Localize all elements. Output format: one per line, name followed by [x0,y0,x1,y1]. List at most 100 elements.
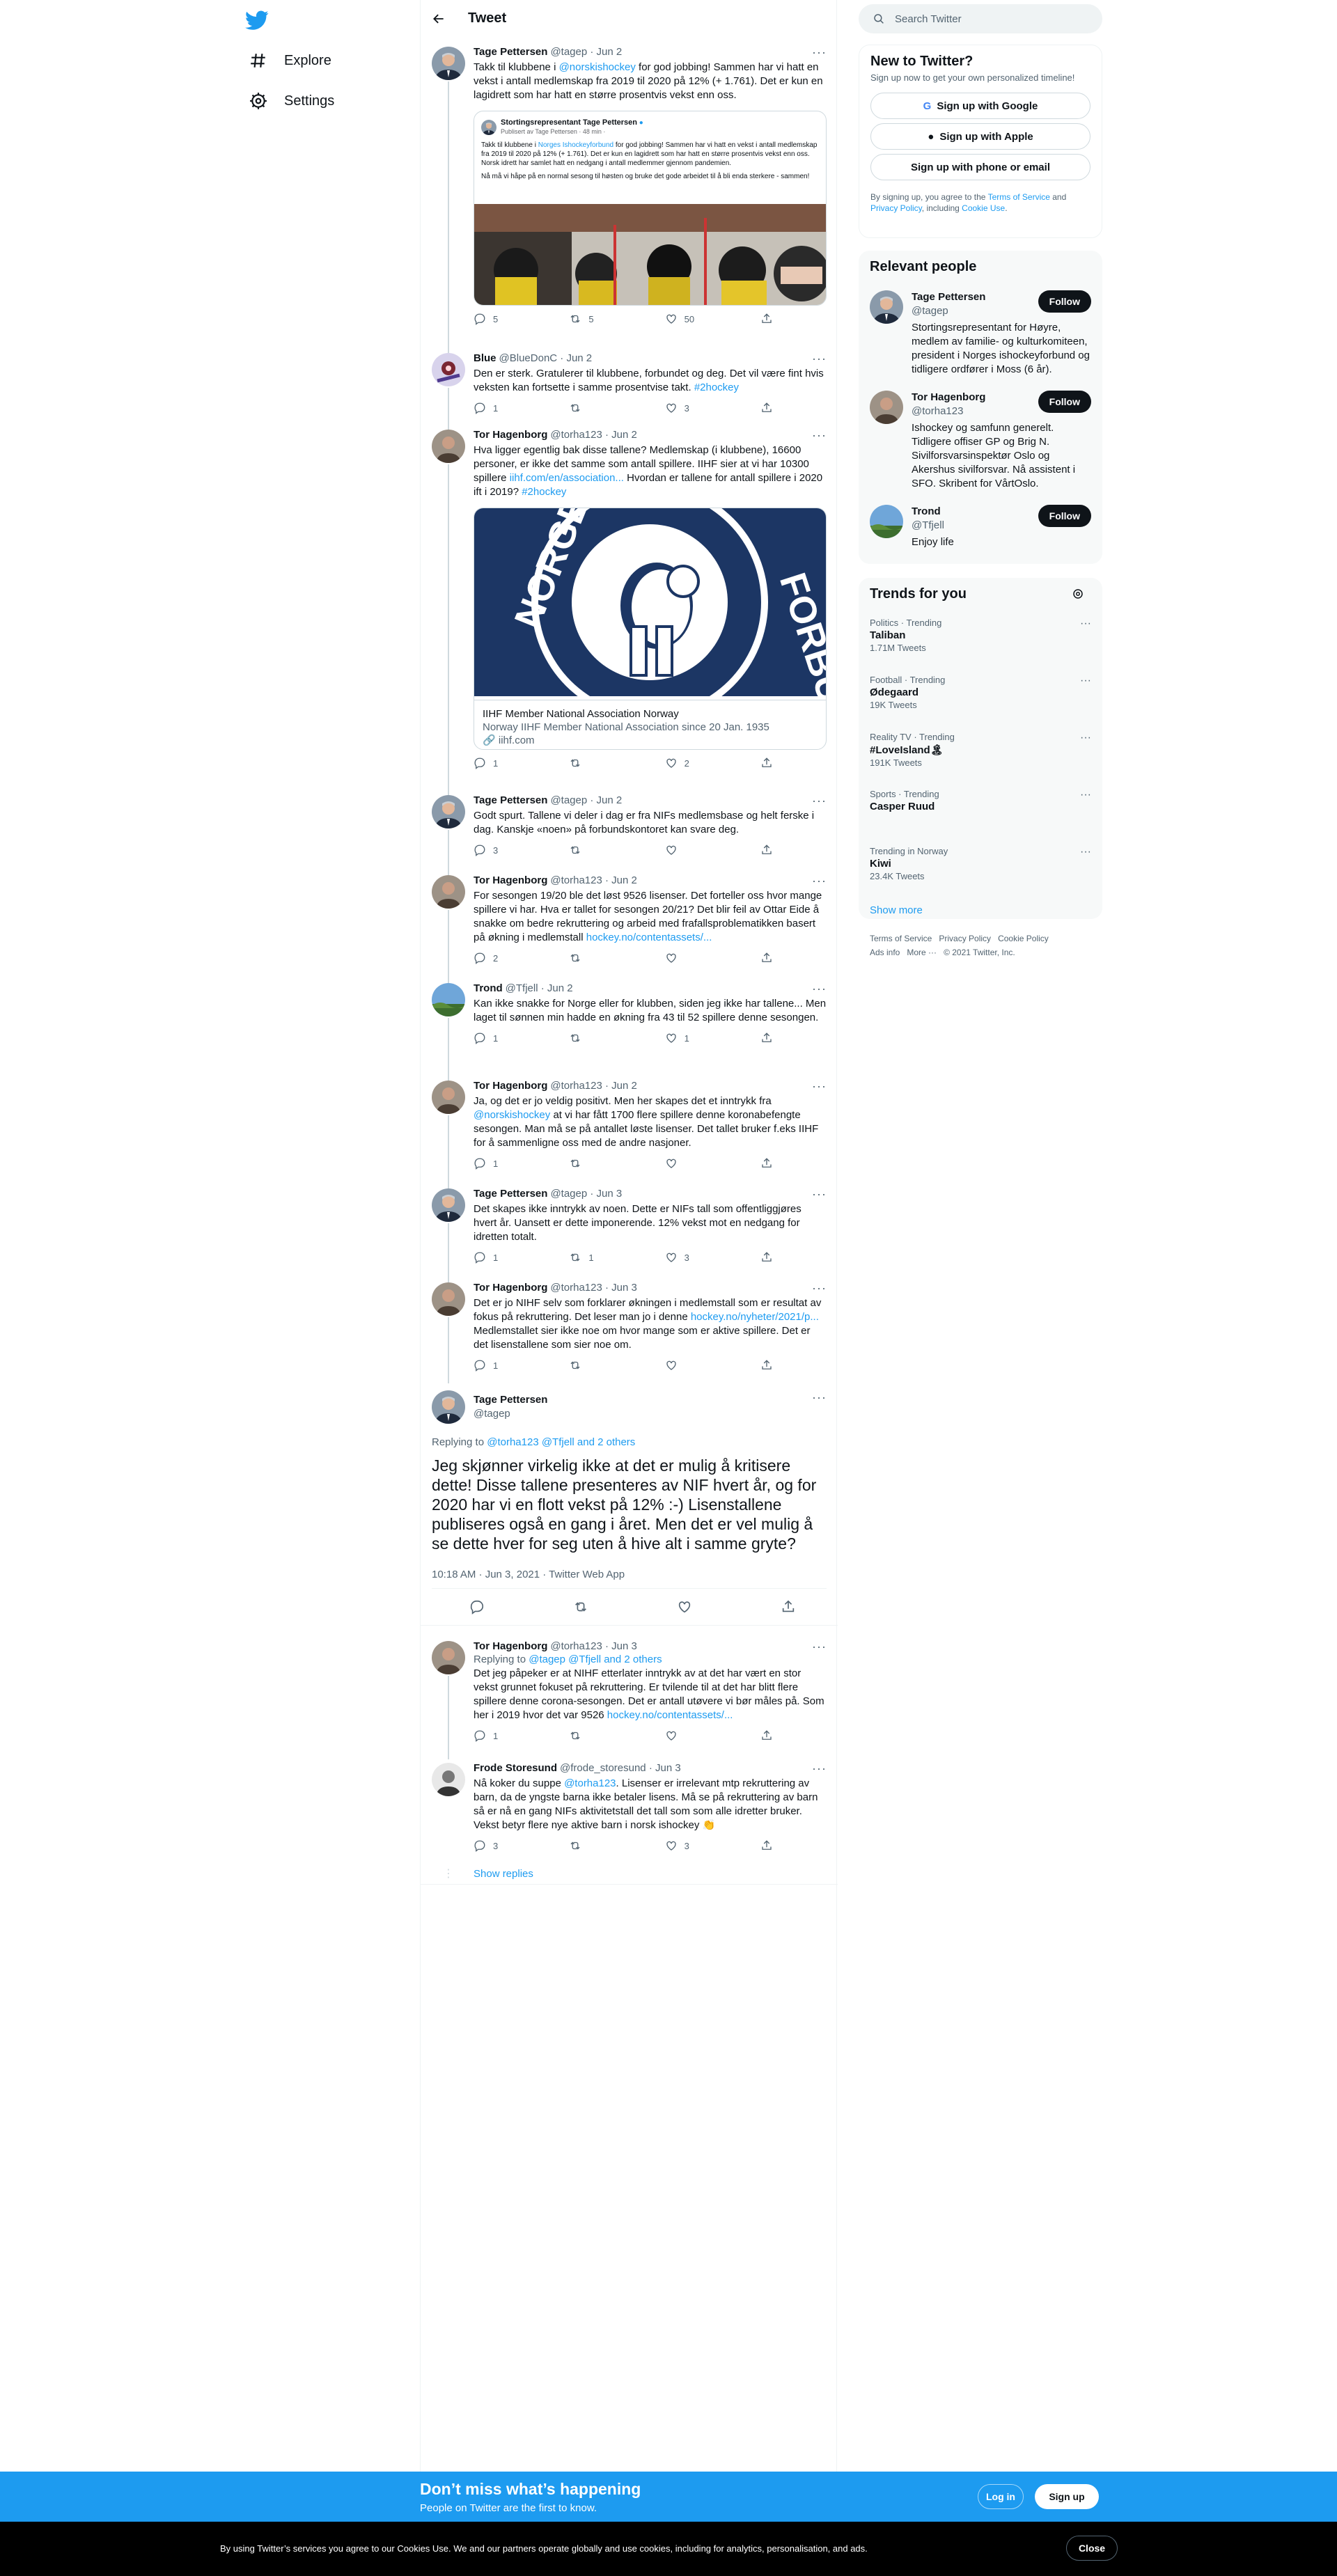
person-name[interactable]: Tage Pettersen [912,291,985,303]
retweet-button[interactable] [569,1157,639,1170]
author-name[interactable]: Tage Pettersen [474,1187,547,1201]
tweet[interactable]: Trond @Tfjell · Jun 2 ··· Kan ikke snakke f… [421,975,838,1081]
retweet-button[interactable] [569,952,639,964]
avatar[interactable] [432,983,465,1016]
tos-link[interactable]: Terms of Service [988,192,1050,202]
share-button[interactable] [760,1839,773,1852]
replying-to-link[interactable]: @tagep @Tfjell and 2 others [529,1654,662,1665]
retweet-button[interactable] [573,1599,588,1615]
trend-item[interactable]: Sports · Trending Casper Ruud ··· [859,782,1102,839]
footer-ads[interactable]: Ads info [870,948,900,957]
more-options-icon[interactable]: ··· [812,45,827,60]
avatar[interactable] [432,875,465,909]
trend-item[interactable]: Trending in Norway Kiwi 23.4K Tweets ··· [859,839,1102,896]
external-link[interactable]: iihf.com/en/association... [510,472,624,484]
reply-button[interactable]: 1 [474,402,543,414]
avatar[interactable] [432,795,465,828]
mention-link[interactable]: @torha123 [564,1777,616,1789]
avatar[interactable] [432,1081,465,1114]
retweet-button[interactable] [569,1839,639,1852]
reply-button[interactable]: 5 [474,313,543,325]
more-options-icon[interactable]: ··· [812,1761,827,1776]
avatar[interactable] [870,391,903,424]
like-button[interactable] [665,1729,735,1742]
more-options-icon[interactable]: ··· [1080,675,1091,687]
reply-button[interactable]: 1 [474,1729,543,1742]
like-button[interactable]: 3 [665,402,735,414]
quoted-post-card[interactable]: Stortingsrepresentant Tage Pettersen ● Pu… [474,111,827,306]
follow-button[interactable]: Follow [1038,290,1091,313]
phone-signup-button[interactable]: Sign up with phone or email [870,154,1090,180]
show-more-link[interactable]: Show more [859,896,1102,925]
reply-button[interactable]: 3 [474,844,543,856]
author-name[interactable]: Tor Hagenborg [474,1079,547,1093]
share-button[interactable] [760,844,773,856]
author-name[interactable]: Tor Hagenborg [474,428,547,442]
relevant-person[interactable]: Trond @Tfjell Follow Enjoy life [859,498,1102,556]
more-options-icon[interactable]: ··· [1080,846,1091,858]
more-options-icon[interactable]: ··· [812,428,827,443]
mention-link[interactable]: @norskishockey [474,1109,550,1121]
like-button[interactable]: 3 [665,1839,735,1852]
retweet-button[interactable] [569,402,639,414]
reply-button[interactable]: 3 [474,1839,543,1852]
hashtag-link[interactable]: #2hockey [694,382,739,393]
signup-button[interactable]: Sign up [1035,2484,1099,2509]
avatar[interactable] [432,47,465,80]
avatar[interactable] [432,1282,465,1316]
relevant-person[interactable]: Tage Pettersen @tagep Follow Stortingsrepre… [859,283,1102,384]
nav-explore[interactable]: Explore [240,42,341,79]
more-options-icon[interactable]: ··· [812,1281,827,1296]
avatar[interactable] [432,1188,465,1222]
like-button[interactable] [677,1599,692,1615]
hashtag-link[interactable]: #2hockey [522,486,566,498]
author-name[interactable]: Blue [474,352,497,366]
more-options-icon[interactable]: ··· [1080,789,1091,801]
follow-button[interactable]: Follow [1038,505,1091,527]
more-options-icon[interactable]: ··· [812,1390,827,1405]
search-bar[interactable]: Search Twitter [859,4,1102,33]
trend-item[interactable]: Reality TV · Trending #LoveIsland🏝 191K Tw… [859,725,1102,782]
share-button[interactable] [760,402,773,414]
tweet[interactable]: Tor Hagenborg @torha123 · Jun 2 ··· Ja, og … [421,1072,838,1188]
share-button[interactable] [760,1032,773,1044]
share-button[interactable] [760,757,773,769]
tweet[interactable]: Tage Pettersen @tagep · Jun 3 ··· Det skape… [421,1180,838,1282]
replying-to-link[interactable]: @torha123 @Tfjell and 2 others [487,1436,635,1448]
retweet-button[interactable] [569,757,639,769]
reply-button[interactable]: 1 [474,1359,543,1372]
share-button[interactable] [760,1729,773,1742]
search-input[interactable]: Search Twitter [895,13,962,25]
tweet-timestamp[interactable]: 10:18 AM · Jun 3, 2021 · Twitter Web App [432,1569,625,1580]
external-link[interactable]: hockey.no/contentassets/... [586,932,712,943]
back-arrow-icon[interactable] [432,12,446,26]
reply-button[interactable]: 1 [474,1032,543,1044]
reply-button[interactable]: 2 [474,952,543,964]
more-options-icon[interactable]: ··· [1080,732,1091,744]
author-name[interactable]: Trond [474,982,503,996]
follow-button[interactable]: Follow [1038,391,1091,413]
author-name[interactable]: Frode Storesund [474,1761,557,1775]
login-button[interactable]: Log in [978,2484,1024,2509]
avatar[interactable] [870,505,903,538]
avatar[interactable] [432,1763,465,1796]
share-button[interactable] [760,1359,773,1372]
footer-tos[interactable]: Terms of Service [870,934,932,943]
reply-button[interactable]: 1 [474,1251,543,1264]
share-button[interactable] [760,952,773,964]
person-name[interactable]: Trond [912,505,941,517]
show-replies-link[interactable]: Show replies [474,1868,533,1880]
retweet-button[interactable] [569,1729,639,1742]
cookie-close-button[interactable]: Close [1066,2536,1118,2561]
like-button[interactable]: 50 [665,313,735,325]
reply-button[interactable]: 1 [474,1157,543,1170]
google-signup-button[interactable]: G Sign up with Google [870,93,1090,119]
like-button[interactable] [665,844,735,856]
like-button[interactable] [665,952,735,964]
more-options-icon[interactable]: ··· [812,1187,827,1202]
retweet-button[interactable]: 5 [569,313,639,325]
avatar[interactable] [870,290,903,324]
trend-item[interactable]: Politics · Trending Taliban 1.71M Tweets ··… [859,611,1102,668]
like-button[interactable]: 1 [665,1032,735,1044]
like-button[interactable]: 3 [665,1251,735,1264]
